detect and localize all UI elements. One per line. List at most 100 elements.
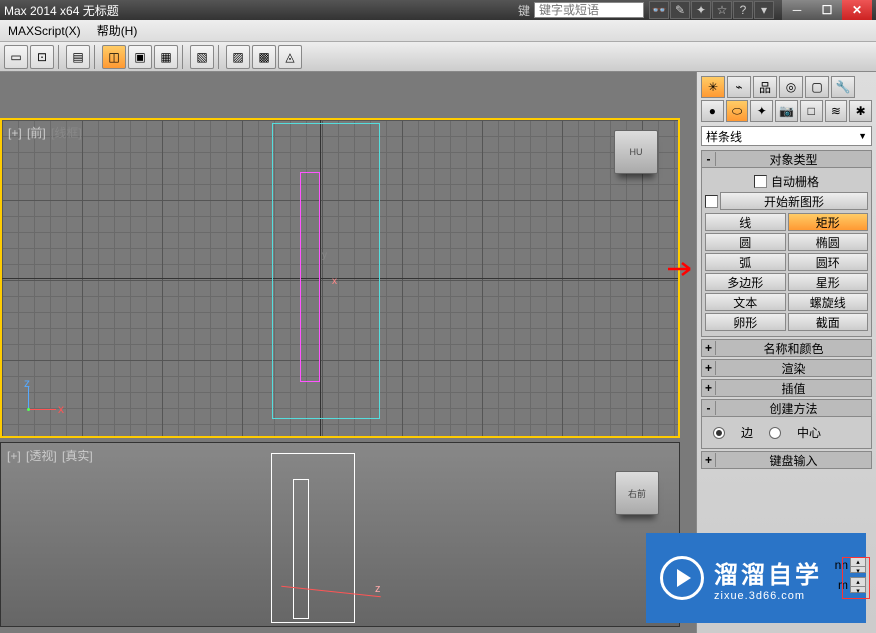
radio-edge[interactable]: [713, 427, 725, 439]
spinner[interactable]: ▴▾: [850, 577, 866, 593]
tool-select-icon[interactable]: ▭: [4, 45, 28, 69]
tool-snap-icon[interactable]: ◫: [102, 45, 126, 69]
rollout-header[interactable]: - 创建方法: [701, 399, 872, 417]
shape-rect-outer[interactable]: [272, 123, 380, 419]
expand-icon: +: [702, 381, 716, 395]
shape-line-button[interactable]: 线: [705, 213, 786, 231]
binoculars-icon[interactable]: 👓: [649, 1, 669, 19]
help-icon[interactable]: ?: [733, 1, 753, 19]
newshape-checkbox[interactable]: [705, 195, 718, 208]
shape-ellipse-button[interactable]: 椭圆: [788, 233, 869, 251]
rollout-keyboard-entry: + 键盘输入: [701, 451, 872, 469]
vp-mode[interactable]: [真实]: [62, 449, 93, 463]
tool-misc-icon[interactable]: ◬: [278, 45, 302, 69]
rollout-body: 自动栅格 开始新图形 线 矩形 圆 椭圆 弧 圆环: [701, 168, 872, 337]
tool-mirror-icon[interactable]: ▨: [226, 45, 250, 69]
viewports-container: [+] [前] [线框] y x z x HU [+] [透视] [真实]: [0, 72, 696, 633]
rollout-header[interactable]: + 名称和颜色: [701, 339, 872, 357]
subtab-space[interactable]: ≋: [825, 100, 848, 122]
tab-create[interactable]: ✳: [701, 76, 725, 98]
shape-helix-button[interactable]: 螺旋线: [788, 293, 869, 311]
tab-modify[interactable]: ⌁: [727, 76, 751, 98]
play-icon: [660, 556, 704, 600]
minimize-button[interactable]: ─: [782, 0, 812, 20]
shape-egg-button[interactable]: 卵形: [705, 313, 786, 331]
maximize-button[interactable]: ☐: [812, 0, 842, 20]
shape-inner[interactable]: [293, 479, 309, 619]
viewport-label[interactable]: [+] [前] [线框]: [8, 124, 84, 141]
vp-plus[interactable]: [+]: [7, 449, 21, 463]
subtab-shapes[interactable]: ⬭: [726, 100, 749, 122]
rollout-creation-method: - 创建方法 边 中心: [701, 399, 872, 449]
star-icon[interactable]: ☆: [712, 1, 732, 19]
rollout-title: 渲染: [716, 360, 871, 377]
command-tabs: ✳ ⌁ 品 ◎ ▢ 🔧: [701, 76, 872, 98]
tab-display[interactable]: ▢: [805, 76, 829, 98]
chevron-down-icon: ▼: [858, 131, 867, 141]
tab-hierarchy[interactable]: 品: [753, 76, 777, 98]
tab-utilities[interactable]: 🔧: [831, 76, 855, 98]
tool-layer-icon[interactable]: ▤: [66, 45, 90, 69]
viewport-label[interactable]: [+] [透视] [真实]: [7, 447, 95, 464]
subtab-lights[interactable]: ✦: [750, 100, 773, 122]
dropdown-icon[interactable]: ▾: [754, 1, 774, 19]
shape-rectangle-button[interactable]: 矩形: [788, 213, 869, 231]
tool-angle-icon[interactable]: ▣: [128, 45, 152, 69]
subtab-helpers[interactable]: □: [800, 100, 823, 122]
shape-circle-button[interactable]: 圆: [705, 233, 786, 251]
vp-name[interactable]: [前]: [27, 126, 46, 140]
key-icon[interactable]: ✦: [691, 1, 711, 19]
close-button[interactable]: ✕: [842, 0, 872, 20]
rollout-title: 插值: [716, 380, 871, 397]
tool-align-icon[interactable]: ▩: [252, 45, 276, 69]
toolbar: ▭ ⊡ ▤ ◫ ▣ ▦ ▧ ▨ ▩ ◬: [0, 42, 876, 72]
viewport-top[interactable]: [+] [前] [线框] y x z x HU: [0, 118, 680, 438]
menu-help[interactable]: 帮助(H): [97, 22, 138, 39]
vp-plus[interactable]: [+]: [8, 126, 22, 140]
viewcube[interactable]: HU: [614, 130, 658, 174]
viewcube[interactable]: 右前: [615, 471, 659, 515]
shape-arc-button[interactable]: 弧: [705, 253, 786, 271]
unit-label: m: [838, 578, 848, 592]
rollout-header[interactable]: + 插值: [701, 379, 872, 397]
category-dropdown[interactable]: 样条线 ▼: [701, 126, 872, 146]
rollout-header[interactable]: - 对象类型: [701, 150, 872, 168]
shape-donut-button[interactable]: 圆环: [788, 253, 869, 271]
subtab-systems[interactable]: ✱: [849, 100, 872, 122]
tool-percent-icon[interactable]: ▦: [154, 45, 178, 69]
rollout-title: 创建方法: [716, 400, 871, 417]
rollout-title: 键盘输入: [716, 452, 871, 469]
unit-label: nn: [835, 558, 848, 572]
radio-edge-label: 边: [741, 424, 753, 441]
watermark-url: zixue.3d66.com: [714, 590, 822, 602]
autogrid-checkbox[interactable]: [754, 175, 767, 188]
spinner[interactable]: ▴▾: [850, 557, 866, 573]
tool-link-icon[interactable]: ⊡: [30, 45, 54, 69]
rollout-object-type: - 对象类型 自动栅格 开始新图形 线 矩形 圆 椭圆: [701, 150, 872, 337]
tab-motion[interactable]: ◎: [779, 76, 803, 98]
rollout-name-color: + 名称和颜色: [701, 339, 872, 357]
radio-center[interactable]: [769, 427, 781, 439]
vp-name[interactable]: [透视]: [26, 449, 57, 463]
search-input[interactable]: [534, 2, 644, 18]
rollout-title: 对象类型: [716, 151, 871, 168]
subtab-cameras[interactable]: 📷: [775, 100, 798, 122]
vp-mode[interactable]: [线框]: [51, 126, 82, 140]
tool-named-icon[interactable]: ▧: [190, 45, 214, 69]
shape-section-button[interactable]: 截面: [788, 313, 869, 331]
menubar: MAXScript(X) 帮助(H): [0, 20, 876, 42]
shape-ngon-button[interactable]: 多边形: [705, 273, 786, 291]
viewport-perspective[interactable]: [+] [透视] [真实] z 右前: [0, 442, 680, 627]
shape-outer[interactable]: [271, 453, 355, 623]
axis-label-x: x: [332, 276, 337, 287]
start-new-shape-button[interactable]: 开始新图形: [720, 192, 868, 210]
tool-icon[interactable]: ✎: [670, 1, 690, 19]
shape-text-button[interactable]: 文本: [705, 293, 786, 311]
menu-maxscript[interactable]: MAXScript(X): [8, 24, 81, 38]
separator: [182, 45, 186, 69]
subtab-geometry[interactable]: ●: [701, 100, 724, 122]
rollout-header[interactable]: + 渲染: [701, 359, 872, 377]
shape-rect-inner[interactable]: [300, 172, 320, 382]
shape-star-button[interactable]: 星形: [788, 273, 869, 291]
rollout-header[interactable]: + 键盘输入: [701, 451, 872, 469]
